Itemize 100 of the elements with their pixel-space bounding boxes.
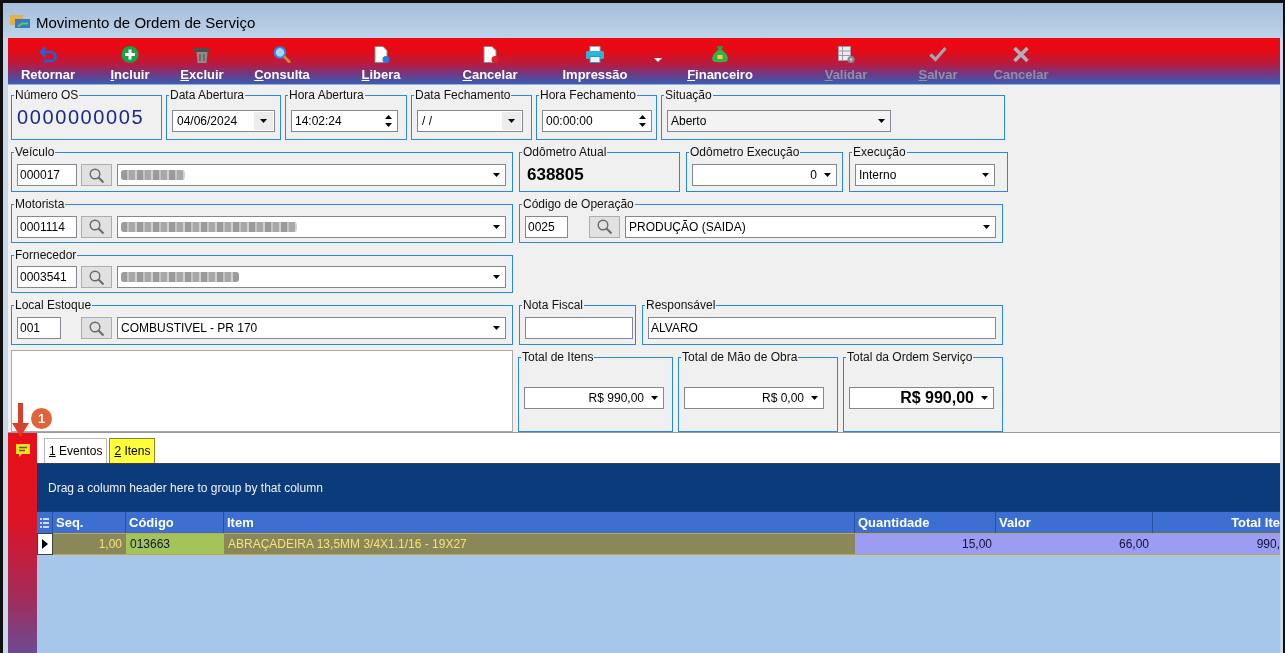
- field-label: Total de Itens: [521, 350, 595, 364]
- text-field[interactable]: 0001114: [17, 215, 77, 238]
- field-label: Odômetro Atual: [522, 145, 608, 159]
- date-field[interactable]: / /: [417, 109, 523, 132]
- toolbar-button[interactable]: Libera: [345, 38, 417, 84]
- field-label: Execução: [852, 145, 907, 159]
- table-icon: [837, 46, 855, 63]
- toolbar-button[interactable]: Excluir: [166, 38, 238, 84]
- caret-down-icon: [508, 118, 515, 123]
- list-icon[interactable]: [40, 517, 49, 528]
- caret-down-icon: [654, 58, 662, 62]
- dropdown-field[interactable]: [117, 164, 506, 186]
- dropdown-field[interactable]: COMBUSTIVEL - PR 170: [117, 317, 506, 339]
- time-field[interactable]: 00:00:00: [542, 109, 652, 132]
- toolbar-button[interactable]: Impressão: [555, 38, 635, 84]
- field-label: Data Fechamento: [414, 88, 512, 102]
- table-cell: 990,: [1153, 533, 1280, 555]
- date-field[interactable]: 04/06/2024: [172, 109, 275, 132]
- table-cell: ABRAÇADEIRA 13,5MM 3/4X1.1/16 - 19X27: [224, 533, 855, 555]
- caret-down-icon: [878, 118, 885, 123]
- search-button[interactable]: [81, 266, 112, 288]
- dropdown-field[interactable]: [117, 215, 506, 238]
- field-label: Código de Operação: [522, 197, 635, 211]
- field-label: Fornecedor: [14, 248, 78, 262]
- search-icon: [89, 320, 104, 336]
- field-label: Data Abertura: [169, 88, 246, 102]
- app-icon: [10, 14, 30, 30]
- text-field[interactable]: 001: [17, 317, 61, 339]
- text-field[interactable]: ALVARO: [648, 317, 996, 339]
- field-label: Hora Fechamento: [539, 88, 638, 102]
- order-number: 0000000005: [17, 106, 145, 129]
- field-label: Motorista: [14, 197, 66, 211]
- field-label: Hora Abertura: [288, 88, 365, 102]
- caret-down-icon: [824, 173, 831, 177]
- search-icon: [273, 46, 291, 63]
- search-button[interactable]: [81, 317, 112, 339]
- caret-down-icon: [982, 173, 989, 177]
- field-label: Nota Fiscal: [522, 298, 585, 312]
- search-icon: [89, 219, 104, 234]
- caret-down-icon: [493, 224, 500, 229]
- text-field[interactable]: 0025: [525, 215, 568, 238]
- table-cell: 1,00: [53, 533, 126, 555]
- caret-down-icon: [651, 395, 658, 400]
- search-icon: [89, 269, 104, 285]
- search-button[interactable]: [81, 164, 112, 186]
- toolbar-button[interactable]: Consulta: [246, 38, 318, 84]
- search-button[interactable]: [589, 215, 620, 238]
- dropdown-field[interactable]: [117, 266, 506, 288]
- toolbar-button[interactable]: Retornar: [12, 38, 84, 84]
- memo-field[interactable]: [11, 350, 513, 432]
- field-label: Total da Ordem Serviço: [846, 350, 974, 364]
- text-field[interactable]: [525, 317, 633, 339]
- field-label: Número OS: [14, 88, 80, 102]
- dropdown-field[interactable]: Aberto: [667, 109, 891, 132]
- tab[interactable]: 2 Itens: [109, 438, 156, 463]
- field-label: Responsável: [645, 298, 717, 312]
- table-cell: 66,00: [996, 533, 1153, 555]
- dropdown-field[interactable]: PRODUÇÃO (SAIDA): [625, 215, 996, 238]
- dropdown-field[interactable]: 0: [692, 164, 837, 186]
- caret-down-icon: [493, 275, 500, 279]
- caret-down-icon: [493, 173, 500, 177]
- toolbar-button[interactable]: Incluir: [94, 38, 166, 84]
- spin-arrows-icon: [639, 114, 646, 127]
- printer-icon: [586, 46, 604, 63]
- document-icon: [481, 46, 499, 63]
- field-label: Odômetro Execução: [689, 145, 801, 159]
- dropdown-field[interactable]: R$ 990,00: [849, 386, 994, 409]
- dropdown-field[interactable]: R$ 990,00: [524, 386, 664, 409]
- table-cell: 15,00: [855, 533, 996, 555]
- toolbar-button[interactable]: Financeiro: [680, 38, 760, 84]
- spin-arrows-icon: [385, 114, 392, 127]
- field-label: Situação: [664, 88, 713, 102]
- table-cell: 013663: [126, 533, 224, 555]
- window-title: Movimento de Ordem de Serviço: [36, 13, 256, 31]
- search-icon: [597, 219, 612, 234]
- caret-down-icon: [493, 326, 500, 330]
- search-icon: [89, 167, 104, 183]
- caret-down-icon: [983, 224, 990, 229]
- text-field[interactable]: 000017: [17, 164, 77, 186]
- money-bag-icon: [711, 46, 729, 63]
- plus-circle-icon: [121, 46, 139, 63]
- row-header[interactable]: [37, 533, 53, 555]
- field-label: Total de Mão de Obra: [681, 350, 799, 364]
- search-button[interactable]: [81, 215, 112, 238]
- trash-can-icon: [193, 46, 211, 63]
- dropdown-field[interactable]: R$ 0,00: [684, 386, 824, 409]
- toolbar-button[interactable]: Cancelar: [454, 38, 526, 84]
- dropdown-field[interactable]: Interno: [855, 164, 995, 186]
- undo-arrow-icon: [39, 46, 57, 63]
- time-field[interactable]: 14:02:24: [291, 109, 398, 132]
- caret-down-icon: [260, 118, 267, 123]
- caret-down-icon: [981, 395, 988, 400]
- text-field[interactable]: 0003541: [17, 266, 77, 288]
- note-icon[interactable]: [15, 444, 30, 457]
- group-by-hint: Drag a column header here to group by that column: [48, 480, 323, 495]
- x-mark-icon: [1012, 46, 1030, 63]
- down-arrow-icon: [12, 403, 29, 437]
- column-header[interactable]: Total Ite: [1153, 512, 1280, 533]
- field-label: Local Estoque: [14, 298, 93, 312]
- tab[interactable]: 1 Eventos: [44, 438, 108, 463]
